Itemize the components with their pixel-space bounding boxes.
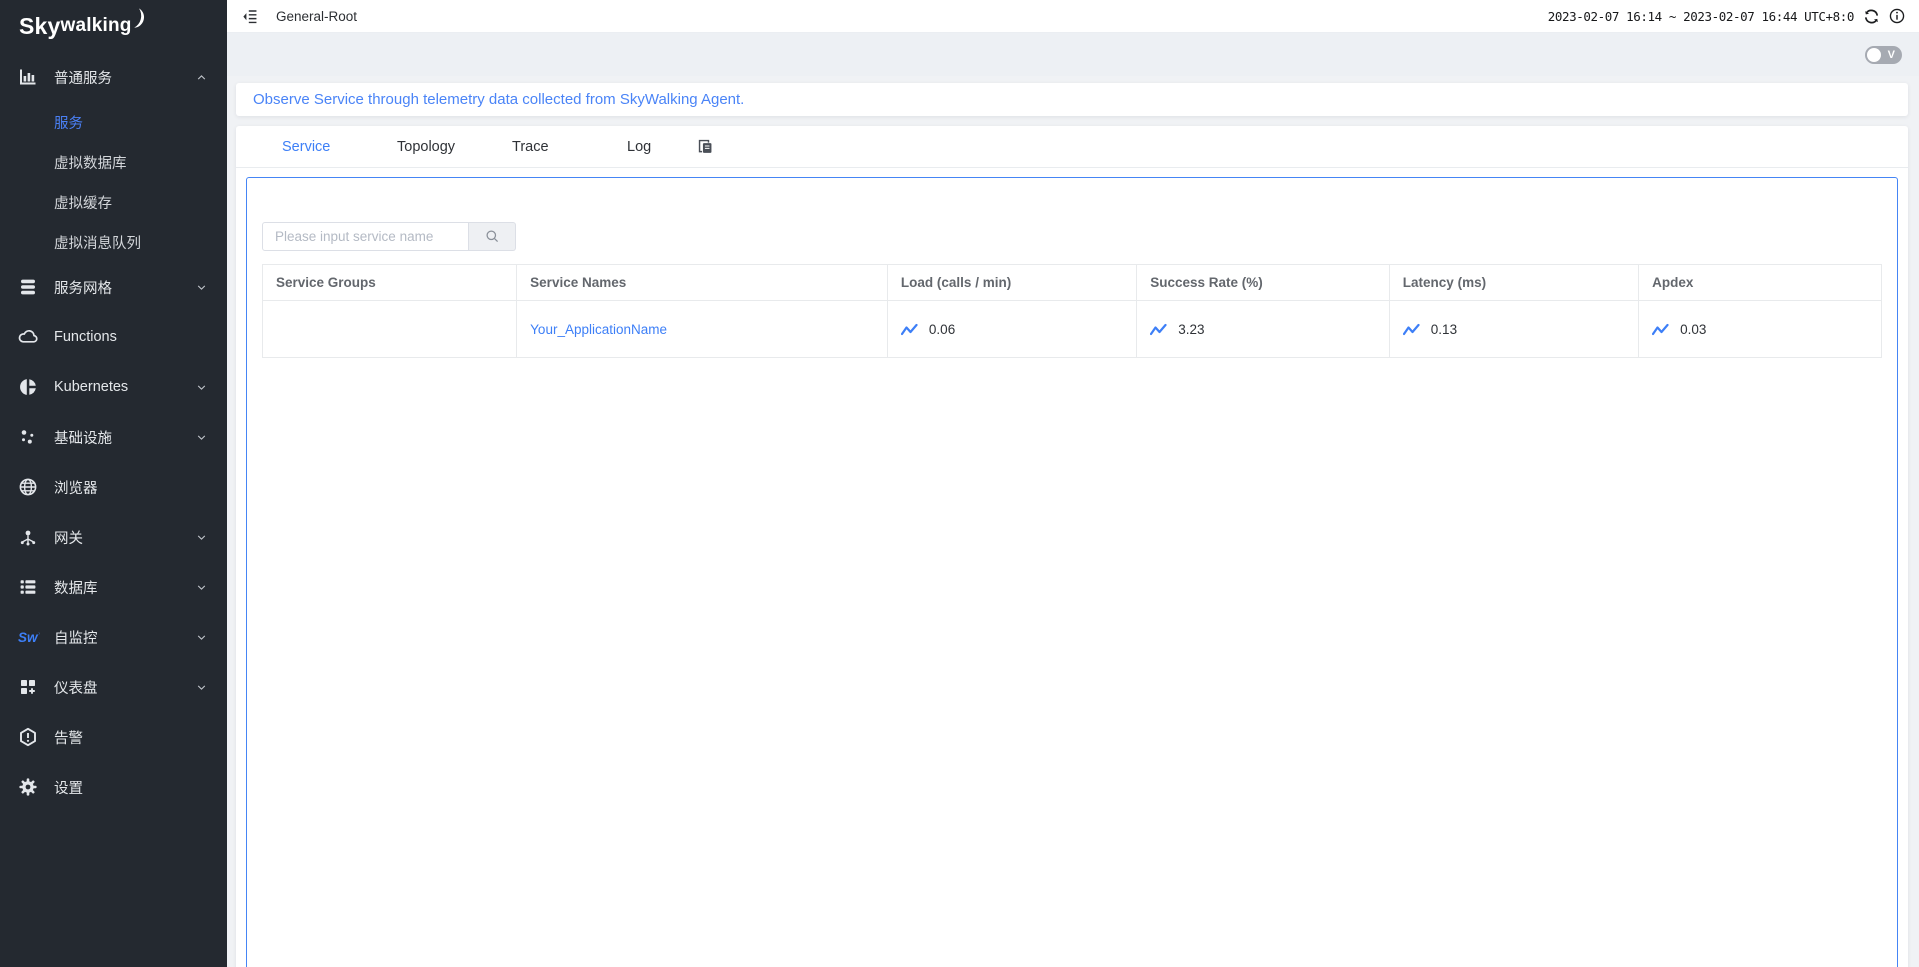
chevron-up-icon — [196, 72, 207, 83]
top-bar: General-Root 2023-02-07 16:14 ~ 2023-02-… — [227, 0, 1919, 33]
cloud-icon — [18, 327, 40, 347]
table-row: Your_ApplicationName 0.06 3.23 0.13 0.03 — [263, 301, 1882, 358]
service-name-link[interactable]: Your_ApplicationName — [530, 322, 667, 337]
sidebar-item-functions[interactable]: Functions — [0, 312, 227, 362]
sparkline-icon — [1150, 323, 1167, 336]
sidebar-item-dashboards[interactable]: 仪表盘 — [0, 662, 227, 712]
sidebar-item-virtual-database[interactable]: 虚拟数据库 — [0, 142, 227, 182]
sidebar-item-virtual-cache[interactable]: 虚拟缓存 — [0, 182, 227, 222]
toggle-knob — [1867, 48, 1881, 62]
sidebar-item-browser[interactable]: 浏览器 — [0, 462, 227, 512]
cell-success-rate: 3.23 — [1178, 322, 1204, 337]
col-load: Load (calls / min) — [887, 265, 1136, 301]
sidebar-item-service-mesh[interactable]: 服务网格 — [0, 262, 227, 312]
crescent-icon — [132, 17, 148, 35]
search-button[interactable] — [469, 222, 516, 251]
sw-icon: Sw — [18, 627, 40, 647]
sidebar-item-kubernetes[interactable]: Kubernetes — [0, 362, 227, 412]
globe-icon — [18, 477, 40, 497]
alert-icon — [18, 727, 40, 747]
collapse-sidebar-icon[interactable] — [242, 8, 259, 25]
sidebar-item-general-service[interactable]: 普通服务 — [0, 52, 227, 102]
sidebar-item-settings[interactable]: 设置 — [0, 762, 227, 812]
cell-apdex: 0.03 — [1680, 322, 1706, 337]
main-area: General-Root 2023-02-07 16:14 ~ 2023-02-… — [227, 0, 1919, 967]
gateway-icon — [18, 527, 40, 547]
search-icon — [485, 229, 500, 244]
service-card: Service Topology Trace Log — [236, 126, 1908, 967]
service-table: Service Groups Service Names Load (calls… — [262, 264, 1882, 358]
sparkline-icon — [901, 323, 918, 336]
notice-text: Observe Service through telemetry data c… — [253, 91, 744, 108]
col-apdex: Apdex — [1639, 265, 1882, 301]
bar-chart-icon — [18, 67, 40, 87]
sidebar-item-alerting[interactable]: 告警 — [0, 712, 227, 762]
copy-icon[interactable] — [697, 138, 714, 155]
info-icon[interactable] — [1889, 8, 1905, 24]
toggle-label: V — [1888, 48, 1895, 62]
tab-trace[interactable]: Trace — [512, 139, 627, 155]
cell-group — [263, 301, 517, 358]
page-title: General-Root — [276, 9, 357, 24]
sparkline-icon — [1403, 323, 1420, 336]
notice-banner: Observe Service through telemetry data c… — [236, 83, 1908, 116]
table-header-row: Service Groups Service Names Load (calls… — [263, 265, 1882, 301]
cell-latency: 0.13 — [1431, 322, 1457, 337]
tab-topology[interactable]: Topology — [397, 139, 512, 155]
chevron-down-icon — [196, 432, 207, 443]
chevron-down-icon — [196, 582, 207, 593]
sidebar-item-infrastructure[interactable]: 基础设施 — [0, 412, 227, 462]
sub-header-bar: V — [227, 33, 1919, 76]
chevron-down-icon — [196, 532, 207, 543]
sidebar: Skywalking 普通服务 服务 虚拟数据库 虚拟缓存 虚拟消息队列 服务网… — [0, 0, 227, 967]
search-row — [262, 222, 1882, 251]
chevron-down-icon — [196, 382, 207, 393]
content-area: Observe Service through telemetry data c… — [227, 76, 1919, 967]
version-toggle[interactable]: V — [1865, 46, 1902, 64]
skywalking-logo: Skywalking — [0, 0, 227, 52]
tab-log[interactable]: Log — [627, 139, 697, 155]
layers-icon — [18, 277, 40, 297]
database-icon — [18, 577, 40, 597]
col-success-rate: Success Rate (%) — [1137, 265, 1390, 301]
sidebar-item-self-observability[interactable]: Sw 自监控 — [0, 612, 227, 662]
col-latency: Latency (ms) — [1389, 265, 1638, 301]
chevron-down-icon — [196, 632, 207, 643]
logo-text: Sky — [19, 13, 61, 40]
chevron-down-icon — [196, 282, 207, 293]
search-input[interactable] — [262, 222, 469, 251]
tab-service[interactable]: Service — [282, 139, 397, 155]
sparkline-icon — [1652, 323, 1669, 336]
col-service-names: Service Names — [517, 265, 888, 301]
chevron-down-icon — [196, 682, 207, 693]
sidebar-item-virtual-mq[interactable]: 虚拟消息队列 — [0, 222, 227, 262]
gear-icon — [18, 777, 40, 797]
cell-load: 0.06 — [929, 322, 955, 337]
dashboard-icon — [18, 677, 40, 697]
sidebar-item-gateway[interactable]: 网关 — [0, 512, 227, 562]
sidebar-item-label: 普通服务 — [54, 67, 112, 88]
sidebar-item-service[interactable]: 服务 — [0, 102, 227, 142]
dots-icon — [18, 427, 40, 447]
kubernetes-icon — [18, 377, 40, 397]
refresh-icon[interactable] — [1863, 8, 1880, 25]
service-panel: Service Groups Service Names Load (calls… — [246, 177, 1898, 967]
sidebar-item-database[interactable]: 数据库 — [0, 562, 227, 612]
timezone: UTC+8:0 — [1804, 9, 1854, 24]
col-service-groups: Service Groups — [263, 265, 517, 301]
tabs-row: Service Topology Trace Log — [236, 126, 1908, 168]
time-range[interactable]: 2023-02-07 16:14 ~ 2023-02-07 16:44 — [1548, 9, 1797, 24]
